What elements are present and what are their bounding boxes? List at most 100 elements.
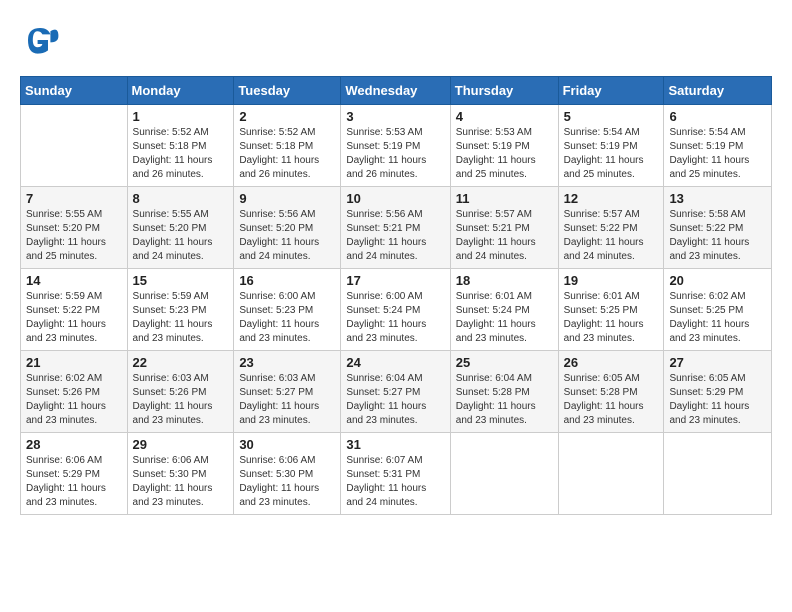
day-number: 25	[456, 355, 553, 370]
calendar-cell: 20 Sunrise: 6:02 AM Sunset: 5:25 PM Dayli…	[664, 269, 772, 351]
calendar-cell: 22 Sunrise: 6:03 AM Sunset: 5:26 PM Dayli…	[127, 351, 234, 433]
calendar-week-row: 28 Sunrise: 6:06 AM Sunset: 5:29 PM Dayli…	[21, 433, 772, 515]
calendar-cell: 5 Sunrise: 5:54 AM Sunset: 5:19 PM Daylig…	[558, 105, 664, 187]
day-number: 1	[133, 109, 229, 124]
calendar-week-row: 1 Sunrise: 5:52 AM Sunset: 5:18 PM Daylig…	[21, 105, 772, 187]
calendar-cell: 17 Sunrise: 6:00 AM Sunset: 5:24 PM Dayli…	[341, 269, 450, 351]
day-info: Sunrise: 6:05 AM Sunset: 5:28 PM Dayligh…	[564, 372, 659, 428]
day-info: Sunrise: 5:52 AM Sunset: 5:18 PM Dayligh…	[133, 126, 229, 182]
calendar-cell: 4 Sunrise: 5:53 AM Sunset: 5:19 PM Daylig…	[450, 105, 558, 187]
day-of-week-header: Sunday	[21, 77, 128, 105]
day-info: Sunrise: 6:04 AM Sunset: 5:27 PM Dayligh…	[346, 372, 444, 428]
calendar-cell: 3 Sunrise: 5:53 AM Sunset: 5:19 PM Daylig…	[341, 105, 450, 187]
calendar-cell: 10 Sunrise: 5:56 AM Sunset: 5:21 PM Dayli…	[341, 187, 450, 269]
logo-icon	[20, 20, 60, 60]
day-info: Sunrise: 6:01 AM Sunset: 5:24 PM Dayligh…	[456, 290, 553, 346]
day-info: Sunrise: 6:01 AM Sunset: 5:25 PM Dayligh…	[564, 290, 659, 346]
day-number: 26	[564, 355, 659, 370]
calendar-cell: 13Sunrise: 5:58 AM Sunset: 5:22 PM Dayli…	[664, 187, 772, 269]
day-info: Sunrise: 5:56 AM Sunset: 5:20 PM Dayligh…	[239, 208, 335, 264]
day-info: Sunrise: 6:07 AM Sunset: 5:31 PM Dayligh…	[346, 454, 444, 510]
calendar-cell	[450, 433, 558, 515]
day-of-week-header: Monday	[127, 77, 234, 105]
day-number: 10	[346, 191, 444, 206]
day-number: 6	[669, 109, 766, 124]
calendar-cell: 7Sunrise: 5:55 AM Sunset: 5:20 PM Daylig…	[21, 187, 128, 269]
day-info: Sunrise: 5:55 AM Sunset: 5:20 PM Dayligh…	[133, 208, 229, 264]
calendar-cell: 23Sunrise: 6:03 AM Sunset: 5:27 PM Dayli…	[234, 351, 341, 433]
day-of-week-header: Saturday	[664, 77, 772, 105]
calendar-cell: 19 Sunrise: 6:01 AM Sunset: 5:25 PM Dayli…	[558, 269, 664, 351]
day-info: Sunrise: 5:54 AM Sunset: 5:19 PM Dayligh…	[669, 126, 766, 182]
calendar-cell	[21, 105, 128, 187]
day-number: 2	[239, 109, 335, 124]
day-number: 14	[26, 273, 122, 288]
day-info: Sunrise: 5:54 AM Sunset: 5:19 PM Dayligh…	[564, 126, 659, 182]
day-info: Sunrise: 6:05 AM Sunset: 5:29 PM Dayligh…	[669, 372, 766, 428]
calendar-cell: 28 Sunrise: 6:06 AM Sunset: 5:29 PM Dayli…	[21, 433, 128, 515]
day-number: 19	[564, 273, 659, 288]
day-number: 22	[133, 355, 229, 370]
day-info: Sunrise: 5:56 AM Sunset: 5:21 PM Dayligh…	[346, 208, 444, 264]
calendar-cell: 27 Sunrise: 6:05 AM Sunset: 5:29 PM Dayli…	[664, 351, 772, 433]
calendar-cell: 25 Sunrise: 6:04 AM Sunset: 5:28 PM Dayli…	[450, 351, 558, 433]
day-number: 17	[346, 273, 444, 288]
day-number: 13	[669, 191, 766, 206]
calendar-cell: 21 Sunrise: 6:02 AM Sunset: 5:26 PM Dayli…	[21, 351, 128, 433]
day-info: Sunrise: 5:59 AM Sunset: 5:22 PM Dayligh…	[26, 290, 122, 346]
calendar-week-row: 14 Sunrise: 5:59 AM Sunset: 5:22 PM Dayli…	[21, 269, 772, 351]
day-number: 5	[564, 109, 659, 124]
calendar-cell: 26 Sunrise: 6:05 AM Sunset: 5:28 PM Dayli…	[558, 351, 664, 433]
calendar-cell: 15 Sunrise: 5:59 AM Sunset: 5:23 PM Dayli…	[127, 269, 234, 351]
calendar-cell: 1 Sunrise: 5:52 AM Sunset: 5:18 PM Daylig…	[127, 105, 234, 187]
day-info: Sunrise: 6:06 AM Sunset: 5:29 PM Dayligh…	[26, 454, 122, 510]
day-of-week-header: Tuesday	[234, 77, 341, 105]
day-number: 12	[564, 191, 659, 206]
day-of-week-header: Thursday	[450, 77, 558, 105]
calendar-cell: 8 Sunrise: 5:55 AM Sunset: 5:20 PM Daylig…	[127, 187, 234, 269]
day-info: Sunrise: 6:02 AM Sunset: 5:26 PM Dayligh…	[26, 372, 122, 428]
day-number: 3	[346, 109, 444, 124]
day-info: Sunrise: 6:04 AM Sunset: 5:28 PM Dayligh…	[456, 372, 553, 428]
day-number: 20	[669, 273, 766, 288]
day-of-week-header: Friday	[558, 77, 664, 105]
calendar-cell: 24Sunrise: 6:04 AM Sunset: 5:27 PM Dayli…	[341, 351, 450, 433]
day-number: 28	[26, 437, 122, 452]
day-info: Sunrise: 5:59 AM Sunset: 5:23 PM Dayligh…	[133, 290, 229, 346]
calendar-cell: 6 Sunrise: 5:54 AM Sunset: 5:19 PM Daylig…	[664, 105, 772, 187]
calendar-cell: 18Sunrise: 6:01 AM Sunset: 5:24 PM Dayli…	[450, 269, 558, 351]
day-info: Sunrise: 5:53 AM Sunset: 5:19 PM Dayligh…	[456, 126, 553, 182]
calendar-cell: 30 Sunrise: 6:06 AM Sunset: 5:30 PM Dayli…	[234, 433, 341, 515]
day-number: 15	[133, 273, 229, 288]
day-info: Sunrise: 6:06 AM Sunset: 5:30 PM Dayligh…	[133, 454, 229, 510]
day-info: Sunrise: 6:00 AM Sunset: 5:24 PM Dayligh…	[346, 290, 444, 346]
calendar-cell: 14 Sunrise: 5:59 AM Sunset: 5:22 PM Dayli…	[21, 269, 128, 351]
calendar-cell: 31 Sunrise: 6:07 AM Sunset: 5:31 PM Dayli…	[341, 433, 450, 515]
logo	[20, 20, 64, 60]
day-number: 4	[456, 109, 553, 124]
calendar-cell: 9 Sunrise: 5:56 AM Sunset: 5:20 PM Daylig…	[234, 187, 341, 269]
day-number: 21	[26, 355, 122, 370]
calendar-week-row: 7Sunrise: 5:55 AM Sunset: 5:20 PM Daylig…	[21, 187, 772, 269]
day-number: 16	[239, 273, 335, 288]
day-number: 9	[239, 191, 335, 206]
day-info: Sunrise: 6:06 AM Sunset: 5:30 PM Dayligh…	[239, 454, 335, 510]
day-info: Sunrise: 5:53 AM Sunset: 5:19 PM Dayligh…	[346, 126, 444, 182]
calendar-cell: 2Sunrise: 5:52 AM Sunset: 5:18 PM Daylig…	[234, 105, 341, 187]
calendar-cell: 16 Sunrise: 6:00 AM Sunset: 5:23 PM Dayli…	[234, 269, 341, 351]
day-number: 31	[346, 437, 444, 452]
day-info: Sunrise: 6:02 AM Sunset: 5:25 PM Dayligh…	[669, 290, 766, 346]
day-info: Sunrise: 5:55 AM Sunset: 5:20 PM Dayligh…	[26, 208, 122, 264]
day-info: Sunrise: 5:57 AM Sunset: 5:22 PM Dayligh…	[564, 208, 659, 264]
day-number: 27	[669, 355, 766, 370]
day-number: 8	[133, 191, 229, 206]
calendar-cell: 11Sunrise: 5:57 AM Sunset: 5:21 PM Dayli…	[450, 187, 558, 269]
day-number: 23	[239, 355, 335, 370]
day-number: 30	[239, 437, 335, 452]
calendar-cell	[558, 433, 664, 515]
day-of-week-header: Wednesday	[341, 77, 450, 105]
day-info: Sunrise: 6:03 AM Sunset: 5:26 PM Dayligh…	[133, 372, 229, 428]
calendar-week-row: 21 Sunrise: 6:02 AM Sunset: 5:26 PM Dayli…	[21, 351, 772, 433]
calendar-cell: 29Sunrise: 6:06 AM Sunset: 5:30 PM Dayli…	[127, 433, 234, 515]
day-info: Sunrise: 6:00 AM Sunset: 5:23 PM Dayligh…	[239, 290, 335, 346]
